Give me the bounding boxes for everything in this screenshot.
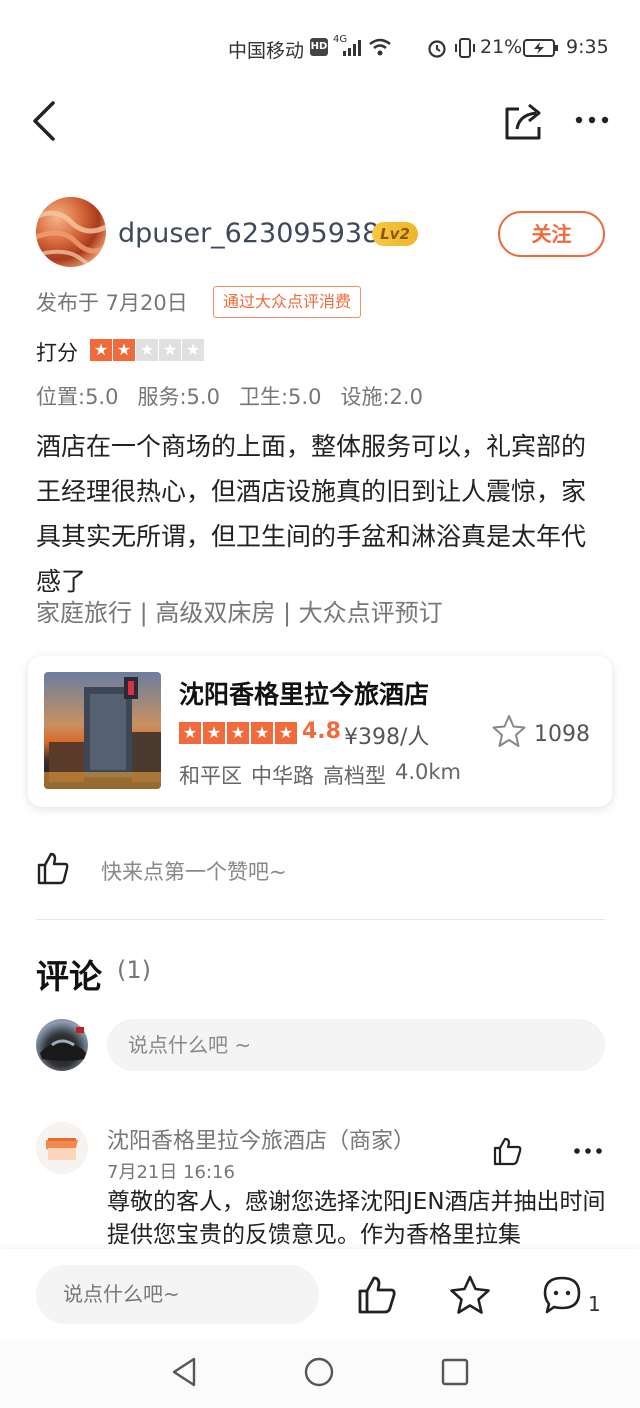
author-avatar[interactable]: [36, 197, 106, 267]
shop-score: 4.8: [302, 719, 341, 744]
chevron-left-icon[interactable]: [28, 100, 62, 142]
thumbs-up-icon[interactable]: [36, 851, 70, 885]
nav-home-icon[interactable]: [303, 1356, 335, 1388]
star-empty-icon: ★: [182, 339, 204, 361]
favorite-count: 1098: [534, 722, 590, 747]
star-empty-icon: ★: [159, 339, 181, 361]
comment-like-icon[interactable]: [492, 1136, 522, 1166]
comment-bubble-icon[interactable]: [542, 1275, 582, 1315]
system-nav-bar: [0, 1340, 640, 1408]
current-user-avatar: [36, 1019, 88, 1071]
comments-title: 评论: [36, 957, 102, 996]
sub-score: 位置:5.0: [36, 385, 119, 409]
battery-percent: 21%: [480, 36, 523, 58]
shop-meta: 和平区 中华路 高档型 4.0km: [179, 760, 461, 790]
hotel-building-image: [44, 677, 161, 789]
comment-count: 1: [588, 1292, 601, 1316]
shop-meta-item: 高档型: [323, 764, 386, 788]
divider: [36, 919, 605, 920]
shop-meta-item: 4.0km: [395, 760, 462, 784]
nav-back-icon[interactable]: [170, 1356, 200, 1388]
review-stars: ★ ★ ★ ★ ★: [90, 339, 204, 361]
publish-date: 发布于 7月20日: [36, 291, 188, 315]
nav-recents-icon[interactable]: [441, 1358, 469, 1386]
consume-badge: 通过大众点评消费: [213, 286, 362, 318]
comment-input[interactable]: 说点什么吧 ~: [107, 1019, 605, 1071]
shop-name[interactable]: 沈阳香格里拉今旅酒店: [179, 675, 429, 711]
like-button-icon[interactable]: [357, 1275, 397, 1315]
star-filled-icon: ★: [179, 722, 201, 744]
comment-text: 尊敬的客人，感谢您选择沈阳JEN酒店并抽出时间提供您宝贵的反馈意见。作为香格里拉…: [107, 1189, 606, 1248]
alarm-icon: [428, 40, 446, 58]
car-avatar-image: [40, 1027, 86, 1061]
comment-author[interactable]: 沈阳香格里拉今旅酒店（商家）: [107, 1123, 415, 1155]
store-icon: [46, 1138, 78, 1160]
level-badge: Lv2: [372, 222, 418, 246]
star-empty-icon: ★: [136, 339, 158, 361]
signal-icon: [343, 40, 361, 56]
wifi-icon: [369, 38, 391, 56]
hd-badge: HD: [310, 38, 328, 56]
more-icon[interactable]: [574, 113, 610, 127]
comment-time: 7月21日 16:16: [107, 1162, 235, 1183]
sub-scores: 位置:5.0 服务:5.0 卫生:5.0 设施:2.0: [36, 381, 423, 411]
comment-more-icon[interactable]: [573, 1146, 603, 1156]
share-icon[interactable]: [503, 101, 545, 141]
star-filled-icon: ★: [251, 722, 273, 744]
clock: 9:35: [566, 36, 609, 58]
battery-icon: [523, 39, 558, 57]
star-filled-icon: ★: [203, 722, 225, 744]
shop-stars: ★ ★ ★ ★ ★: [179, 722, 297, 744]
star-outline-icon[interactable]: [492, 714, 526, 748]
star-filled-icon: ★: [275, 722, 297, 744]
shop-image: [44, 672, 161, 789]
author-username[interactable]: dpuser_6230959382: [118, 218, 396, 249]
avatar-image: [36, 210, 106, 267]
vibrate-icon: [455, 38, 475, 58]
sub-score: 卫生:5.0: [238, 385, 322, 409]
like-prompt: 快来点第一个赞吧~: [101, 860, 287, 884]
review-tags: 家庭旅行 | 高级双床房 | 大众点评预订: [36, 599, 443, 627]
sub-score: 设施:2.0: [340, 385, 423, 409]
review-text: 酒店在一个商场的上面，整体服务可以，礼宾部的王经理很热心，但酒店设施真的旧到让人…: [36, 432, 587, 596]
carrier-label: 中国移动: [228, 40, 305, 62]
merchant-avatar[interactable]: [36, 1122, 88, 1174]
sub-score: 服务:5.0: [137, 385, 220, 409]
status-bar: 中国移动 HD 4G 21% 9:35: [0, 0, 640, 90]
star-filled-icon: ★: [90, 339, 112, 361]
shop-meta-item: 中华路: [251, 764, 314, 788]
follow-button[interactable]: 关注: [498, 211, 605, 257]
bottom-comment-input[interactable]: 说点什么吧~: [36, 1265, 319, 1324]
favorite-button-icon[interactable]: [449, 1274, 491, 1316]
star-filled-icon: ★: [113, 339, 135, 361]
rating-label: 打分: [36, 341, 78, 365]
shop-meta-item: 和平区: [179, 764, 242, 788]
shop-price: ¥398/人: [344, 725, 430, 750]
comments-count: (1): [117, 956, 151, 984]
star-filled-icon: ★: [227, 722, 249, 744]
